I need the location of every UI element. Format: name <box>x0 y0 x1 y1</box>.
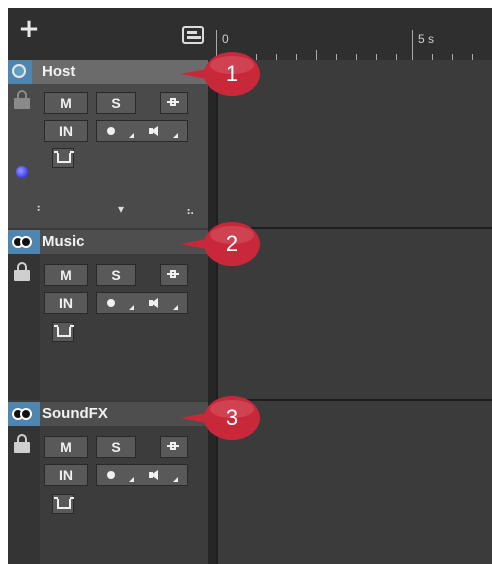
track-strip <box>8 402 40 564</box>
input-button[interactable]: IN <box>44 120 88 142</box>
callout-3: 3 <box>180 396 260 440</box>
monitor-menu-icon[interactable] <box>173 133 178 138</box>
routing-button[interactable] <box>160 264 188 286</box>
track-soundfx[interactable]: SoundFX M S IN <box>8 402 208 564</box>
track-name-row[interactable]: Music <box>8 230 208 254</box>
callout-2: 2 <box>180 222 260 266</box>
stereo-channel-icon[interactable] <box>12 408 34 420</box>
mute-button[interactable]: M <box>44 92 88 114</box>
record-monitor-group[interactable] <box>96 120 188 142</box>
track-indicator-led <box>16 166 28 178</box>
insert-effects-button[interactable] <box>52 322 74 342</box>
lock-icon[interactable] <box>14 262 30 282</box>
panel-toggle-icon[interactable] <box>182 26 204 44</box>
track-name-label: Host <box>42 63 76 80</box>
mute-button[interactable]: M <box>44 436 88 458</box>
routing-icon <box>167 97 179 107</box>
ruler-tick <box>412 30 413 60</box>
lock-icon[interactable] <box>14 90 30 110</box>
callout-number: 3 <box>225 405 239 430</box>
track-name-row[interactable]: SoundFX <box>8 402 208 426</box>
mono-channel-icon[interactable] <box>12 64 26 78</box>
record-menu-icon[interactable] <box>129 133 134 138</box>
record-icon[interactable] <box>107 127 115 135</box>
insert-effects-button[interactable] <box>52 494 74 514</box>
record-menu-icon[interactable] <box>129 305 134 310</box>
ruler-start-label: 0 <box>222 32 229 46</box>
track-strip <box>8 230 40 400</box>
record-monitor-group[interactable] <box>96 292 188 314</box>
input-button[interactable]: IN <box>44 292 88 314</box>
monitor-menu-icon[interactable] <box>173 477 178 482</box>
record-icon[interactable] <box>107 299 115 307</box>
monitor-speaker-icon[interactable] <box>149 298 161 308</box>
stereo-channel-icon[interactable] <box>12 236 34 248</box>
track-name-label: SoundFX <box>42 405 108 422</box>
resize-grip-left-icon[interactable]: ⠃ <box>36 204 45 218</box>
resize-grip-right-icon[interactable]: ⠦ <box>186 204 195 218</box>
solo-button[interactable]: S <box>96 264 136 286</box>
top-edge <box>8 0 492 8</box>
ruler-5s-label: 5 s <box>418 32 435 46</box>
record-menu-icon[interactable] <box>129 477 134 482</box>
track-strip <box>8 60 40 228</box>
splitter-handle[interactable] <box>208 60 216 564</box>
lock-icon[interactable] <box>14 434 30 454</box>
track-name-row[interactable]: Host <box>8 60 208 84</box>
callout-1: 1 <box>180 52 260 96</box>
ruler-tick <box>316 50 317 60</box>
mute-button[interactable]: M <box>44 264 88 286</box>
collapse-arrow-icon[interactable]: ▾ <box>118 202 124 216</box>
multitrack-editor: + 0 5 s ⋮ Host M S <box>8 0 492 564</box>
input-button[interactable]: IN <box>44 464 88 486</box>
track-host[interactable]: Host M S IN ⠃ ▾ ⠦ <box>8 60 208 228</box>
track-name-label: Music <box>42 233 85 250</box>
monitor-speaker-icon[interactable] <box>149 126 161 136</box>
routing-icon <box>167 269 179 279</box>
record-monitor-group[interactable] <box>96 464 188 486</box>
solo-button[interactable]: S <box>96 436 136 458</box>
record-icon[interactable] <box>107 471 115 479</box>
callout-number: 2 <box>225 231 239 256</box>
insert-effects-button[interactable] <box>52 148 74 168</box>
timeline-area[interactable] <box>216 60 492 564</box>
timeline-start-line <box>216 60 218 564</box>
track-music[interactable]: Music M S IN <box>8 230 208 400</box>
callout-number: 1 <box>225 61 239 86</box>
add-track-button[interactable]: + <box>18 16 40 42</box>
monitor-speaker-icon[interactable] <box>149 470 161 480</box>
routing-icon <box>167 441 179 451</box>
solo-button[interactable]: S <box>96 92 136 114</box>
monitor-menu-icon[interactable] <box>173 305 178 310</box>
